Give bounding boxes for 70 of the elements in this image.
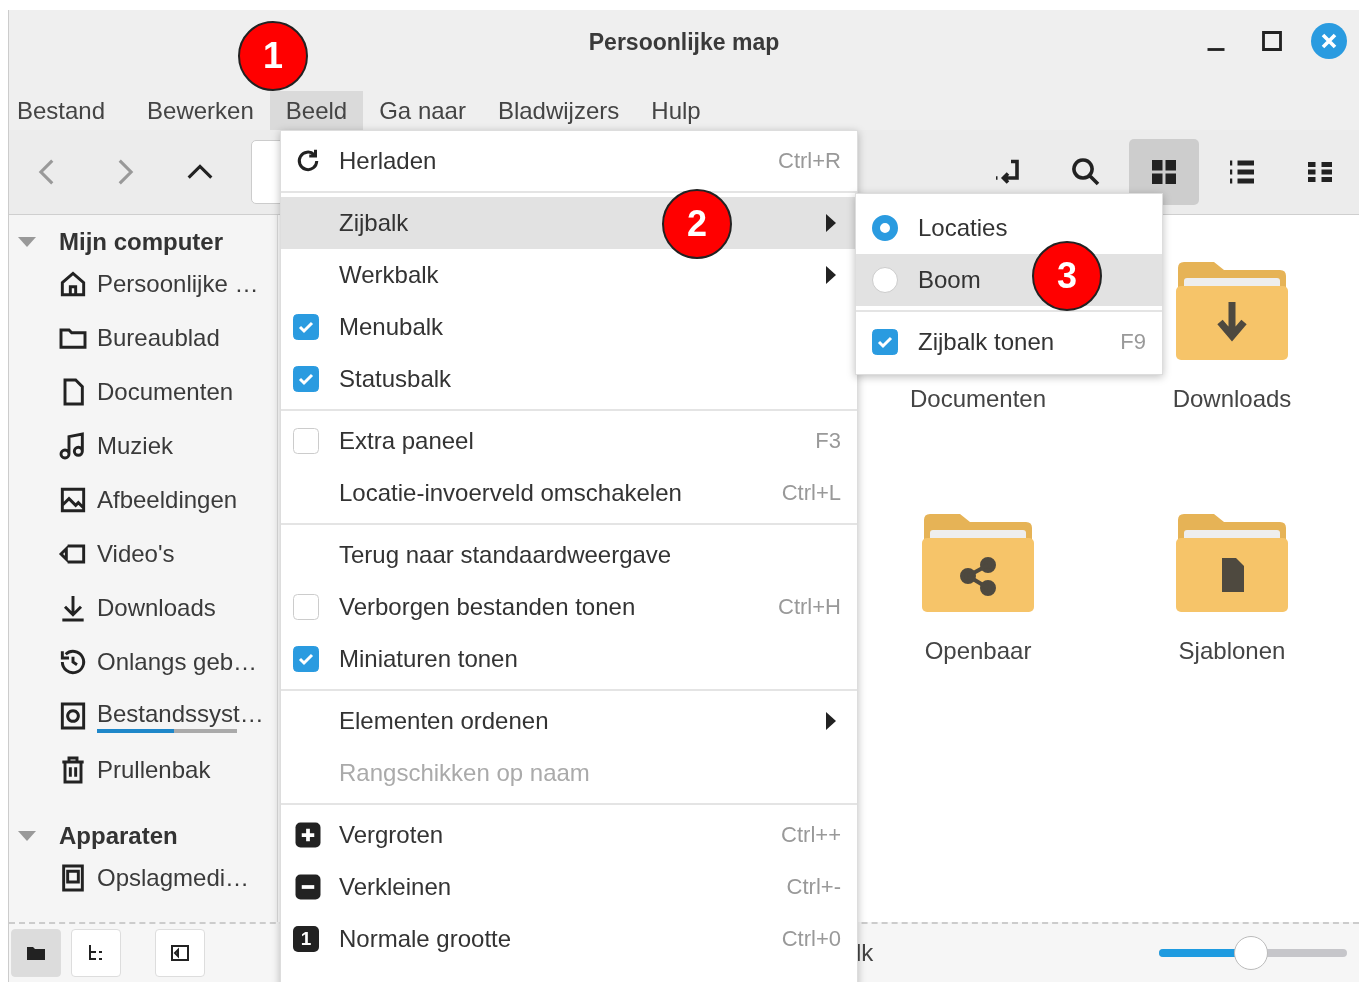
shortcut-text: Ctrl+0 (781, 926, 841, 952)
menu-item[interactable]: Zijbalk tonen F9 (856, 316, 1162, 368)
folder-icon[interactable] (1176, 260, 1288, 360)
shortcut-text: Ctrl+- (786, 874, 841, 900)
shortcut-text: Ctrl+R (778, 148, 841, 174)
file-name[interactable]: Sjablonen (1178, 637, 1286, 665)
file-name[interactable]: Openbaar (924, 637, 1032, 665)
menu-item[interactable]: 1 Normale grootte Ctrl+0 (281, 913, 857, 965)
close-icon[interactable] (1311, 23, 1347, 59)
menu-item[interactable]: Menubalk (281, 301, 857, 353)
file-name[interactable]: Documenten (909, 385, 1047, 413)
minus-icon (293, 872, 323, 902)
submenu-arrow-icon (825, 213, 837, 233)
grid-view-button[interactable] (1129, 139, 1199, 205)
menu-item[interactable]: Bladwijzers (481, 91, 636, 130)
menu-item[interactable]: Statusbalk (281, 353, 857, 405)
sidebar-item[interactable]: Afbeeldingen (97, 486, 238, 514)
section-heading: Mijn computer (59, 228, 223, 256)
shortcut-text: Ctrl+L (781, 480, 841, 506)
sidebar-item[interactable]: Muziek (97, 432, 174, 460)
sidebar-item[interactable]: Video's (97, 540, 175, 568)
menu-item[interactable]: Locatie-invoerveld omschakelen Ctrl+L (281, 467, 857, 519)
sidebar-item[interactable]: Prullenbak (97, 756, 211, 784)
sidebar-item[interactable]: Bestandssyst… (97, 699, 264, 728)
zoom-slider[interactable] (1159, 936, 1347, 970)
window-title: Persoonlijke map (588, 29, 780, 56)
file-name[interactable]: Downloads (1172, 385, 1292, 413)
sidebar-item[interactable]: Documenten (97, 378, 234, 406)
menu-item[interactable]: Terug naar standaardweergave (281, 529, 857, 581)
folder-button[interactable] (11, 929, 61, 977)
checkbox[interactable] (293, 428, 319, 454)
shortcut-text: F3 (815, 428, 841, 454)
menu-item[interactable]: Hulp (635, 91, 717, 130)
menu-item[interactable]: Elementen ordenen (281, 695, 857, 747)
folder-icon[interactable] (922, 512, 1034, 612)
sidebar-item[interactable]: Persoonlijke … (97, 270, 259, 298)
expander-icon[interactable] (17, 235, 37, 249)
radio-button[interactable] (872, 215, 898, 241)
menu-item[interactable]: Extra paneel F3 (281, 415, 857, 467)
plus-icon (293, 820, 323, 850)
menu-item[interactable]: Verkleinen Ctrl+- (281, 861, 857, 913)
section-heading: Apparaten (59, 822, 178, 850)
checkbox[interactable] (293, 314, 319, 340)
expander-icon[interactable] (17, 829, 37, 843)
panel-button[interactable] (155, 929, 205, 977)
shortcut-text: Ctrl++ (781, 822, 841, 848)
shortcut-text: Ctrl+H (778, 594, 841, 620)
menu-item[interactable]: Beeld (269, 91, 364, 130)
menu-item[interactable]: Bestand (9, 91, 122, 130)
submenu-arrow-icon (825, 265, 837, 285)
sidebar-item[interactable]: Onlangs geb… (97, 648, 258, 676)
sidebar-item[interactable]: Opslagmedi… (97, 864, 250, 892)
menu-item[interactable]: Bewerken (131, 91, 270, 130)
tree-button[interactable] (71, 929, 121, 977)
sidebar-item[interactable]: Bureaublad (97, 324, 220, 352)
sidebar-item[interactable]: Downloads (97, 594, 216, 622)
menu-item[interactable]: Vergroten Ctrl++ (281, 809, 857, 861)
menu-item[interactable]: Ga naar (363, 91, 482, 130)
digit-icon: 1 (293, 926, 319, 952)
radio-button[interactable] (872, 267, 898, 293)
checkbox[interactable] (872, 329, 898, 355)
folder-icon[interactable] (1176, 512, 1288, 612)
menu-item[interactable]: Verborgen bestanden tonen Ctrl+H (281, 581, 857, 633)
submenu-arrow-icon (825, 711, 837, 731)
checkbox[interactable] (293, 366, 319, 392)
status-text: lk (856, 939, 874, 967)
shortcut-text: F9 (1120, 329, 1146, 355)
menu-item[interactable]: Miniaturen tonen (281, 633, 857, 685)
checkbox[interactable] (293, 646, 319, 672)
checkbox[interactable] (293, 594, 319, 620)
